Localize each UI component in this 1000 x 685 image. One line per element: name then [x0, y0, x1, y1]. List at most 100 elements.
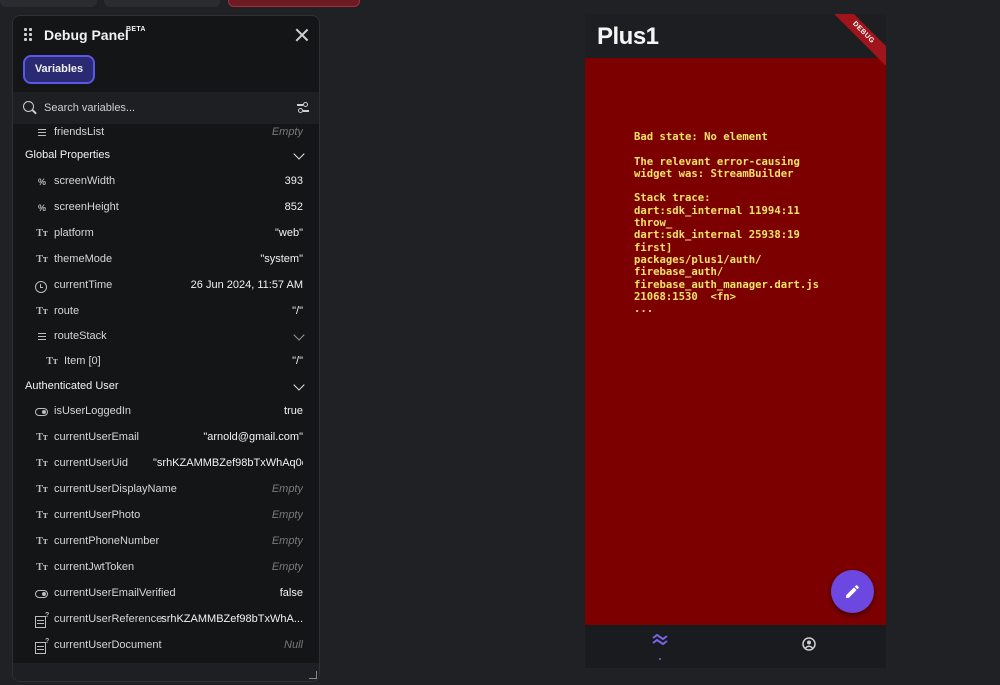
variable-value: "srhKZAMMBZef98bTxWhAq0ovj... — [153, 457, 303, 469]
variable-value: "/" — [292, 355, 303, 367]
bottom-nav — [585, 625, 886, 668]
search-icon — [23, 101, 34, 112]
search-input[interactable] — [44, 100, 274, 116]
variable-value: "/" — [292, 305, 303, 317]
text-type-icon: Tт — [36, 228, 48, 239]
beta-badge: BETA — [126, 26, 146, 33]
text-type-icon: Tт — [36, 254, 48, 265]
variable-value: 26 Jun 2024, 11:57 AM — [190, 279, 303, 291]
variable-row[interactable]: Tт currentUserPhoto Empty — [13, 504, 319, 528]
variable-value: 393 — [284, 175, 303, 187]
panel-footer — [13, 663, 319, 681]
section-header[interactable]: Authenticated User — [13, 375, 319, 399]
document-icon — [35, 609, 49, 628]
drag-handle-icon[interactable] — [24, 28, 34, 42]
variable-value: "system" — [260, 253, 303, 265]
variable-row[interactable]: Tт currentPhoneNumber Empty — [13, 530, 319, 554]
variable-row[interactable]: Tт route "/" — [13, 300, 319, 324]
variable-value: srhKZAMMBZef98bTxWhA... — [161, 613, 303, 625]
variable-value: Empty — [271, 535, 303, 547]
variable-row[interactable]: Tт currentUserUid "srhKZAMMBZef98bTxWhAq0o… — [13, 452, 319, 476]
variable-value: "arnold@gmail.com" — [203, 431, 303, 443]
variable-row[interactable]: Tт currentUserDisplayName Empty — [13, 478, 319, 502]
top-tab-3[interactable] — [228, 0, 360, 7]
variable-name: Item [0] — [64, 355, 101, 367]
variable-row[interactable]: currentUserEmailVerified false — [13, 582, 319, 606]
variable-name: currentTime — [54, 279, 113, 291]
variable-value: Empty — [271, 561, 303, 573]
percent-icon: % — [37, 203, 46, 213]
chevron-down-icon[interactable] — [293, 329, 305, 341]
text-type-icon: Tт — [36, 562, 48, 573]
variable-row[interactable]: Tт platform "web" — [13, 222, 319, 246]
variable-row[interactable]: Tт Item [0] "/" — [13, 350, 319, 374]
variable-name: screenWidth — [54, 175, 116, 187]
variable-name: platform — [54, 227, 94, 239]
percent-icon: % — [37, 177, 46, 187]
variable-row[interactable]: % screenHeight 852 — [13, 196, 319, 220]
edit-fab-button[interactable] — [831, 570, 874, 613]
text-type-icon: Tт — [36, 458, 48, 469]
variable-value: Empty — [271, 483, 303, 495]
variable-name: friendsList — [54, 126, 105, 138]
variable-name: themeMode — [54, 253, 113, 265]
text-type-icon: Tт — [36, 536, 48, 547]
app-title: Plus1 — [597, 23, 659, 50]
home-wave-icon[interactable] — [651, 633, 669, 651]
variable-name: currentUserDisplayName — [54, 483, 177, 495]
list-icon — [35, 330, 49, 344]
list-icon — [35, 126, 49, 140]
panel-header: Debug Panel BETA — [13, 16, 319, 56]
variable-name: currentUserEmailVerified — [54, 587, 176, 599]
variable-name: currentPhoneNumber — [54, 535, 160, 547]
section-title: Authenticated User — [25, 380, 119, 392]
close-icon[interactable] — [295, 28, 309, 42]
resize-handle-icon[interactable] — [309, 671, 317, 679]
variable-value: 852 — [284, 201, 303, 213]
variable-row[interactable]: currentUserDocument Null — [13, 634, 319, 658]
clock-icon — [35, 281, 47, 293]
variable-name: route — [54, 305, 80, 317]
variable-name: routeStack — [54, 330, 107, 342]
variable-row[interactable]: Tт currentUserEmail "arnold@gmail.com" — [13, 426, 319, 450]
variable-row[interactable]: currentUserReferencesrhKZAMMBZef98bTxWhA… — [13, 608, 319, 632]
text-type-icon: Tт — [36, 484, 48, 495]
variable-row[interactable]: routeStack — [13, 325, 319, 349]
variable-row[interactable]: currentTime 26 Jun 2024, 11:57 AM — [13, 274, 319, 298]
toggle-icon — [35, 408, 48, 416]
tab-variables[interactable]: Variables — [23, 55, 95, 84]
variable-value: Empty — [271, 126, 303, 138]
document-icon — [35, 635, 49, 654]
top-tab-1[interactable] — [0, 0, 97, 7]
chevron-down-icon[interactable] — [293, 148, 305, 160]
variable-name: currentUserDocument — [54, 639, 162, 651]
variable-row[interactable]: friendsList Empty — [13, 121, 319, 145]
debug-panel: Debug Panel BETA Variables friendsList Em… — [12, 15, 320, 682]
variable-name: currentUserReference — [54, 613, 163, 625]
panel-title: Debug Panel — [44, 27, 129, 43]
device-preview: Plus1 DEBUG Bad state: No element The re… — [585, 14, 886, 668]
search-bar — [13, 92, 319, 124]
variable-value: false — [279, 587, 303, 599]
variable-value: Null — [284, 639, 303, 651]
section-header[interactable]: Global Properties — [13, 144, 319, 168]
profile-icon[interactable] — [802, 637, 816, 651]
filter-icon[interactable] — [297, 102, 309, 114]
variable-row[interactable]: Tт currentJwtToken Empty — [13, 556, 319, 580]
variable-row[interactable]: isUserLoggedIn true — [13, 400, 319, 424]
variable-row[interactable]: Tт themeMode "system" — [13, 248, 319, 272]
chevron-down-icon[interactable] — [293, 379, 305, 391]
top-tab-2[interactable] — [104, 0, 220, 7]
variable-name: isUserLoggedIn — [54, 405, 132, 417]
variable-name: currentJwtToken — [54, 561, 135, 573]
error-message: Bad state: No element The relevant error… — [634, 131, 819, 316]
section-title: Global Properties — [25, 149, 110, 161]
variable-value: "web" — [275, 227, 303, 239]
variable-row[interactable]: % screenWidth 393 — [13, 170, 319, 194]
variable-value: true — [284, 405, 303, 417]
variable-name: currentUserUid — [54, 457, 128, 469]
nav-active-dot — [659, 658, 661, 660]
variable-name: screenHeight — [54, 201, 119, 213]
variable-value: Empty — [271, 509, 303, 521]
text-type-icon: Tт — [36, 432, 48, 443]
